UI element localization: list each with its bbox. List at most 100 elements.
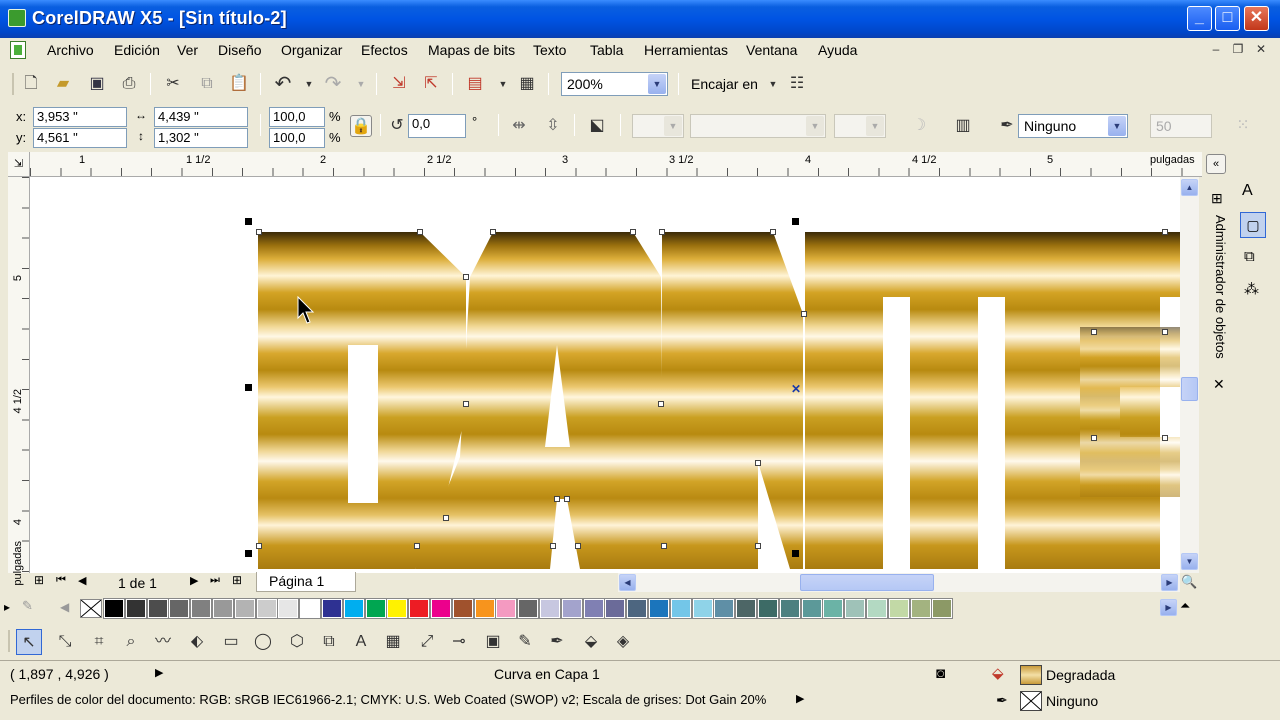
curve-node[interactable] [575, 543, 581, 549]
menu-ayuda[interactable]: Ayuda [818, 42, 857, 58]
color-swatch[interactable] [887, 598, 910, 619]
rotation-angle-field[interactable]: 0,0 [408, 114, 466, 138]
snap-dropdown-icon[interactable]: ▼ [762, 73, 784, 95]
curve-node[interactable] [490, 229, 496, 235]
lock-ratio-icon[interactable]: 🔒 [350, 115, 372, 137]
curve-node[interactable] [1091, 329, 1097, 335]
table-tool-icon[interactable]: ▦ [380, 629, 406, 655]
drawing-canvas[interactable]: ✕ [30, 177, 1180, 573]
color-swatch[interactable] [735, 598, 758, 619]
menu-diseno[interactable]: Diseño [218, 42, 262, 58]
launcher-dropdown-icon[interactable]: ▼ [492, 73, 514, 95]
scroll-down-icon[interactable]: ▼ [1181, 553, 1198, 570]
document-icon[interactable] [10, 41, 26, 59]
curve-node[interactable] [801, 311, 807, 317]
node-edit-icon[interactable]: ⁂ [1244, 280, 1259, 298]
color-profile-expand-icon[interactable]: ▶ [796, 692, 804, 705]
curve-node[interactable] [554, 496, 560, 502]
curve-node[interactable] [463, 401, 469, 407]
menu-tabla[interactable]: Tabla [590, 42, 623, 58]
curve-node[interactable] [1091, 435, 1097, 441]
palette-menu-icon[interactable]: ▸ [4, 600, 10, 614]
snap-status-icon[interactable]: ◙ [936, 665, 945, 682]
color-swatch[interactable] [430, 598, 452, 619]
color-swatch[interactable] [844, 598, 867, 619]
maximize-button[interactable]: □ [1215, 6, 1240, 31]
color-swatch[interactable] [582, 598, 605, 619]
color-swatch[interactable] [124, 598, 147, 619]
dimension-tool-icon[interactable]: ⤢ [414, 629, 440, 655]
color-swatch[interactable] [517, 598, 540, 619]
curve-node[interactable] [661, 543, 667, 549]
add-page-after-icon[interactable]: ⊞ [232, 573, 242, 587]
menu-texto[interactable]: Texto [533, 42, 566, 58]
color-swatch[interactable] [560, 598, 583, 619]
basic-shapes-tool-icon[interactable]: ⧉ [316, 629, 342, 655]
menu-edicion[interactable]: Edición [114, 42, 160, 58]
zoom-navigator-icon[interactable]: 🔍 [1181, 574, 1197, 590]
ruler-origin-icon[interactable]: ⇲ [8, 152, 30, 177]
outline-none-swatch[interactable] [1020, 691, 1042, 711]
menu-ver[interactable]: Ver [177, 42, 198, 58]
color-swatch[interactable] [451, 598, 474, 619]
crop-tool-icon[interactable]: ⌗ [86, 629, 112, 655]
zoom-level-combo[interactable]: 200% ▼ [561, 72, 668, 96]
color-swatch[interactable] [713, 598, 736, 619]
curve-node[interactable] [256, 229, 262, 235]
menu-organizar[interactable]: Organizar [281, 42, 342, 58]
arrange-icon[interactable]: ⧉ [1244, 248, 1255, 265]
mirror-vertical-icon[interactable]: ⇳ [542, 115, 564, 137]
undo-icon[interactable]: ↶ [272, 73, 294, 95]
curve-node[interactable] [755, 460, 761, 466]
undo-dropdown-icon[interactable]: ▼ [298, 73, 320, 95]
scroll-up-icon[interactable]: ▲ [1181, 179, 1198, 196]
new-document-icon[interactable]: 🗋 [20, 73, 42, 95]
convert-to-curves-icon[interactable]: ⬕ [586, 115, 608, 137]
color-swatch[interactable] [691, 598, 714, 619]
menu-efectos[interactable]: Efectos [361, 42, 408, 58]
blend-tool-icon[interactable]: ▣ [480, 629, 506, 655]
color-swatch[interactable] [931, 598, 954, 619]
color-swatch[interactable] [669, 598, 692, 619]
doc-close-button[interactable]: ✕ [1252, 42, 1270, 58]
width-field[interactable]: 4,439 " [154, 107, 248, 127]
palette-scroll-right-icon[interactable]: ▶ [1160, 599, 1177, 616]
color-swatch[interactable] [604, 598, 627, 619]
color-swatch[interactable] [626, 598, 649, 619]
curve-node[interactable] [414, 543, 420, 549]
y-position-field[interactable]: 4,561 " [33, 128, 127, 148]
x-position-field[interactable]: 3,953 " [33, 107, 127, 127]
scale-x-field[interactable]: 100,0 [269, 107, 325, 127]
color-swatch[interactable] [778, 598, 801, 619]
close-docker-icon[interactable]: ✕ [1213, 376, 1225, 393]
chevron-down-icon[interactable]: ▼ [648, 74, 666, 94]
selection-handle[interactable] [792, 550, 799, 557]
scale-y-field[interactable]: 100,0 [269, 128, 325, 148]
outline-width-combo[interactable]: Ninguno ▼ [1018, 114, 1128, 138]
horizontal-scrollbar[interactable]: ◀ ▶ [618, 573, 1180, 592]
curve-node[interactable] [463, 274, 469, 280]
zoom-tool-icon[interactable]: ⌕ [118, 629, 144, 655]
color-swatch[interactable] [342, 598, 365, 619]
palette-expand-icon[interactable]: ⏶ [1180, 598, 1190, 614]
grid-options-icon[interactable]: ⁙ [1232, 115, 1254, 137]
horizontal-ruler[interactable]: 1 1 1/2 2 2 1/2 3 3 1/2 4 4 1/2 5 pulgad… [30, 152, 1202, 177]
curve-node[interactable] [564, 496, 570, 502]
fill-tool-icon[interactable]: ⬙ [578, 629, 604, 655]
font-style-combo[interactable]: ▼ [632, 114, 684, 138]
color-swatch[interactable] [495, 598, 518, 619]
color-swatch[interactable] [146, 598, 169, 619]
selection-handle[interactable] [245, 218, 252, 225]
pick-tool-icon[interactable]: ↖ [16, 629, 42, 655]
paste-icon[interactable]: 📋 [228, 73, 250, 95]
color-swatch[interactable] [866, 598, 888, 619]
cut-icon[interactable]: ✂ [162, 73, 184, 95]
curve-node[interactable] [256, 543, 262, 549]
text-properties-icon[interactable]: A [1242, 182, 1253, 200]
eyedropper-tool-icon[interactable]: ✎ [512, 629, 538, 655]
first-page-icon[interactable]: ⏮ [56, 574, 66, 587]
color-swatch[interactable] [190, 598, 213, 619]
freehand-tool-icon[interactable]: 〰 [150, 629, 176, 655]
horizontal-scroll-thumb[interactable] [800, 574, 934, 591]
ellipse-tool-icon[interactable]: ◯ [250, 629, 276, 655]
